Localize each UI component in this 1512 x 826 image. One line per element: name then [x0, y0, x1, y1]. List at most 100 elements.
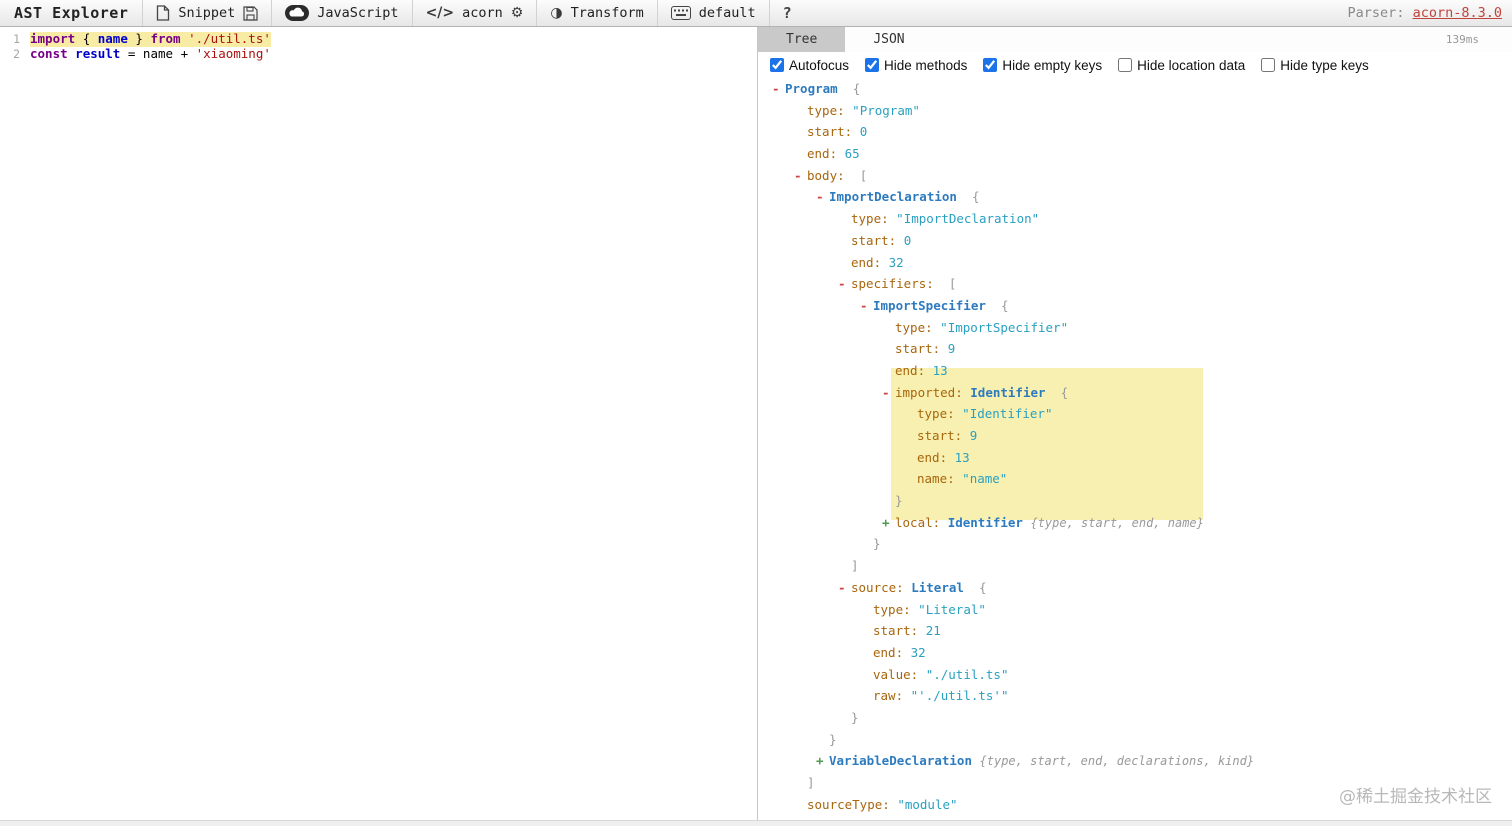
collapse-icon[interactable]: - [838, 577, 851, 599]
open-bracket: { [978, 579, 987, 595]
open-bracket: { [1060, 384, 1069, 400]
tab-json[interactable]: JSON [845, 27, 932, 52]
tree-value: "Program" [852, 102, 920, 118]
tree-key: end: [851, 254, 882, 270]
tree-row[interactable]: ] [758, 555, 1512, 577]
tree-row[interactable]: type: "ImportSpecifier" [758, 317, 1512, 339]
line-number: 2 [13, 46, 20, 61]
tree-row[interactable]: + VariableDeclaration {type, start, end, … [758, 750, 1512, 772]
close-bracket: } [873, 536, 881, 552]
option-hide-location-data[interactable]: Hide location data [1118, 58, 1245, 73]
tree-row[interactable]: - source: Literal { [758, 577, 1512, 599]
keymap-dropdown[interactable]: default [699, 5, 756, 21]
tree-row[interactable]: start: 0 [758, 121, 1512, 143]
parser-version-link[interactable]: acorn-8.3.0 [1413, 5, 1502, 21]
tree-row[interactable]: + local: Identifier {type, start, end, na… [758, 512, 1512, 534]
tree-key: type: [807, 102, 845, 118]
tree-node-name[interactable]: ImportDeclaration [829, 189, 957, 204]
tab-tree[interactable]: Tree [758, 27, 846, 52]
checkbox[interactable] [1118, 58, 1133, 72]
tree-value: "ImportDeclaration" [896, 211, 1040, 227]
horizontal-scrollbar[interactable] [0, 820, 1512, 826]
tree-key: start: [851, 232, 897, 248]
code-line[interactable]: 1 import { name } from './util.ts' [0, 31, 757, 47]
collapse-icon[interactable]: - [816, 186, 829, 208]
collapse-icon[interactable]: - [794, 165, 807, 187]
tree-value: "Literal" [918, 601, 986, 617]
tree-row[interactable]: - imported: Identifier { [758, 382, 1512, 404]
checkbox[interactable] [865, 58, 880, 72]
collapse-icon[interactable]: - [838, 273, 851, 295]
checkbox[interactable] [770, 58, 784, 72]
tree-row[interactable]: name: "name" [758, 468, 1512, 490]
tree-value: 0 [903, 232, 912, 248]
tree-node-name[interactable]: VariableDeclaration [829, 753, 972, 768]
code-line[interactable]: 2 const result = name + 'xiaoming' [0, 46, 757, 62]
tree-row[interactable]: - ImportSpecifier { [758, 295, 1512, 317]
tree-node-name[interactable]: ImportSpecifier [873, 298, 986, 313]
snippet-button[interactable]: Snippet [178, 5, 235, 21]
tree-row[interactable]: start: 21 [758, 620, 1512, 642]
checkbox[interactable] [983, 58, 998, 72]
tree-node-name[interactable]: Program [785, 81, 838, 96]
tree-row[interactable]: - Program { [758, 78, 1512, 100]
cloud-icon [285, 5, 310, 21]
parser-button[interactable]: acorn [462, 5, 503, 21]
transform-button[interactable]: Transform [571, 5, 644, 21]
tree-row[interactable]: start: 0 [758, 230, 1512, 252]
tree-row[interactable]: } [758, 729, 1512, 751]
tree-row[interactable]: raw: "'./util.ts'" [758, 685, 1512, 707]
tree-row[interactable]: start: 9 [758, 425, 1512, 447]
tree-row[interactable]: - specifiers: [ [758, 273, 1512, 295]
tree-row[interactable]: type: "Identifier" [758, 403, 1512, 425]
tree-row[interactable]: } [758, 490, 1512, 512]
help-button[interactable]: ? [783, 4, 792, 22]
tree-row[interactable]: end: 13 [758, 447, 1512, 469]
tree-row[interactable]: type: "Program" [758, 100, 1512, 122]
tree-value: 13 [954, 449, 970, 465]
tree-row[interactable]: start: 9 [758, 338, 1512, 360]
gear-icon[interactable]: ⚙ [511, 6, 524, 20]
collapse-icon[interactable]: - [860, 295, 873, 317]
file-icon[interactable] [156, 5, 170, 21]
tree-row[interactable]: end: 32 [758, 252, 1512, 274]
tree-row[interactable]: end: 65 [758, 143, 1512, 165]
keymap-group: default [656, 0, 769, 26]
option-hide-type-keys[interactable]: Hide type keys [1261, 58, 1369, 73]
tree-row[interactable]: end: 13 [758, 360, 1512, 382]
tree-value: "name" [962, 471, 1008, 487]
tree-row[interactable]: } [758, 707, 1512, 729]
tree-row[interactable]: type: "ImportDeclaration" [758, 208, 1512, 230]
collapsed-preview: {type, start, end, name} [1030, 515, 1204, 530]
expand-icon[interactable]: + [882, 512, 895, 534]
option-autofocus[interactable]: Autofocus [770, 58, 849, 73]
expand-icon[interactable]: + [816, 750, 829, 772]
open-bracket: { [1000, 297, 1009, 313]
tree-row[interactable]: type: "Literal" [758, 599, 1512, 621]
collapse-icon[interactable]: - [882, 382, 895, 404]
code-editor[interactable]: 1 import { name } from './util.ts' 2 const … [0, 27, 757, 820]
tree-row[interactable]: } [758, 533, 1512, 555]
tree-node-name[interactable]: Identifier [970, 385, 1045, 400]
save-icon[interactable] [243, 5, 258, 21]
collapse-icon[interactable]: - [772, 78, 785, 100]
open-bracket: { [972, 189, 980, 205]
tree-value: 32 [910, 644, 926, 660]
language-group: JavaScript [271, 0, 411, 26]
tree-row[interactable]: value: "./util.ts" [758, 664, 1512, 686]
tree-value: "ImportSpecifier" [940, 319, 1069, 335]
checkbox[interactable] [1261, 58, 1276, 72]
close-bracket: } [895, 493, 903, 509]
option-hide-methods[interactable]: Hide methods [865, 58, 967, 73]
ast-tree[interactable]: - Program {type: "Program" start: 0 end: 65… [758, 78, 1512, 820]
transform-toggle-icon[interactable]: ◑ [550, 6, 562, 20]
tree-row[interactable]: end: 32 [758, 642, 1512, 664]
tree-row[interactable]: - body: [ [758, 165, 1512, 187]
option-hide-empty-keys[interactable]: Hide empty keys [983, 58, 1102, 73]
tree-node-name[interactable]: Identifier [948, 515, 1023, 530]
tree-node-name[interactable]: Literal [911, 580, 964, 595]
tree-row[interactable]: - ImportDeclaration { [758, 186, 1512, 208]
language-dropdown[interactable]: JavaScript [317, 5, 398, 21]
option-label: Hide location data [1137, 57, 1246, 73]
